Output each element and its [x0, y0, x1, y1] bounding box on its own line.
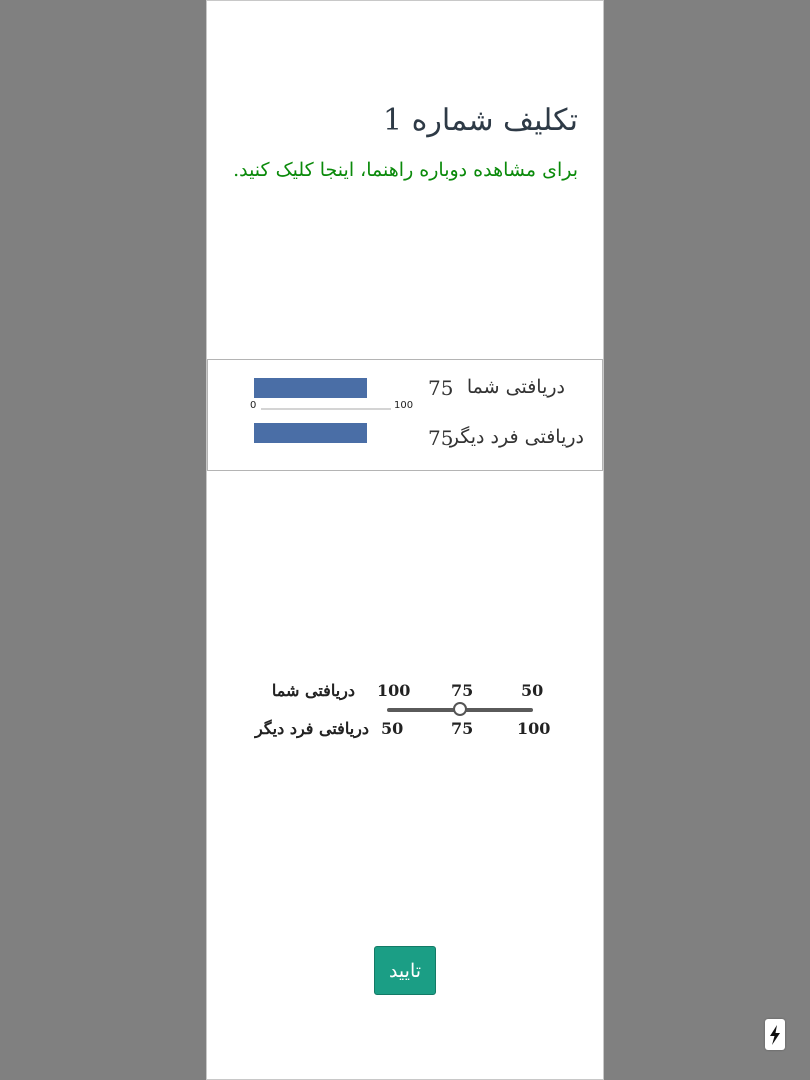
lightning-bolt-icon[interactable] [765, 1019, 785, 1050]
slider-other-tick: 75 [451, 719, 474, 738]
axis-min-label: 0 [250, 400, 257, 411]
slider-other-tick: 100 [517, 719, 551, 738]
slider-you-tick: 100 [377, 681, 411, 700]
payoff-axis [261, 408, 391, 410]
slider-you-tick: 50 [521, 681, 544, 700]
you-payoff-label: دریافتی شما [466, 376, 565, 398]
axis-max-label: 100 [394, 400, 414, 411]
slider-you-label: دریافتی شما [271, 681, 355, 700]
slider-thumb[interactable] [453, 702, 467, 716]
you-payoff-bar [254, 378, 367, 398]
slider-other-label: دریافتی فرد دیگر [255, 719, 369, 738]
page-title: تکلیف شماره 1 [383, 103, 578, 138]
you-payoff-value: 75 [428, 376, 454, 400]
other-payoff-label: دریافتی فرد دیگر [449, 426, 584, 448]
payoff-display: دریافتی شما 75 0 100 دریافتی فرد دیگر 75 [207, 359, 603, 471]
slider-you-tick: 75 [451, 681, 474, 700]
other-payoff-value: 75 [428, 426, 454, 450]
task-page: تکلیف شماره 1 برای مشاهده دوباره راهنما،… [206, 0, 604, 1080]
slider-other-tick: 50 [381, 719, 404, 738]
confirm-button[interactable]: تایید [374, 946, 436, 995]
allocation-slider: دریافتی شما 100 75 50 دریافتی فرد دیگر 5… [207, 671, 603, 751]
other-payoff-bar [254, 423, 367, 443]
help-link[interactable]: برای مشاهده دوباره راهنما، اینجا کلیک کن… [233, 159, 578, 181]
